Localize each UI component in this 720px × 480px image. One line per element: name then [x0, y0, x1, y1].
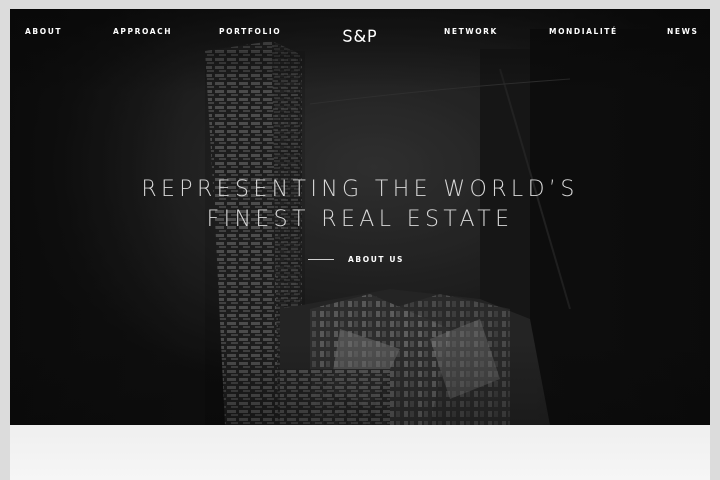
headline-line-2: FINEST REAL ESTATE [206, 207, 514, 232]
hero-headline: REPRESENTING THE WORLD’S FINEST REAL EST… [10, 175, 710, 235]
logo-text: S&P [342, 27, 377, 45]
nav-item-approach[interactable]: APPROACH [113, 27, 172, 36]
site-logo[interactable]: S&P [326, 27, 394, 45]
browser-frame: ABOUT APPROACH PORTFOLIO S&P NETWORK MON… [10, 9, 710, 480]
nav-item-network[interactable]: NETWORK [444, 27, 498, 36]
nav-item-about[interactable]: ABOUT [25, 27, 62, 36]
main-navigation: ABOUT APPROACH PORTFOLIO S&P NETWORK MON… [10, 9, 710, 55]
sp-logo-mark: S&P [342, 27, 377, 45]
below-fold-section [10, 425, 710, 480]
hero-section: ABOUT APPROACH PORTFOLIO S&P NETWORK MON… [10, 9, 710, 425]
cta-divider-line [308, 258, 334, 260]
headline-line-1: REPRESENTING THE WORLD’S [141, 177, 579, 202]
nav-item-news[interactable]: NEWS [667, 27, 698, 36]
about-us-label: ABOUT US [348, 254, 405, 264]
about-us-link[interactable]: ABOUT US [308, 252, 404, 266]
nav-item-mondialite[interactable]: MONDIALITÉ [549, 27, 618, 36]
nav-item-portfolio[interactable]: PORTFOLIO [219, 27, 281, 36]
